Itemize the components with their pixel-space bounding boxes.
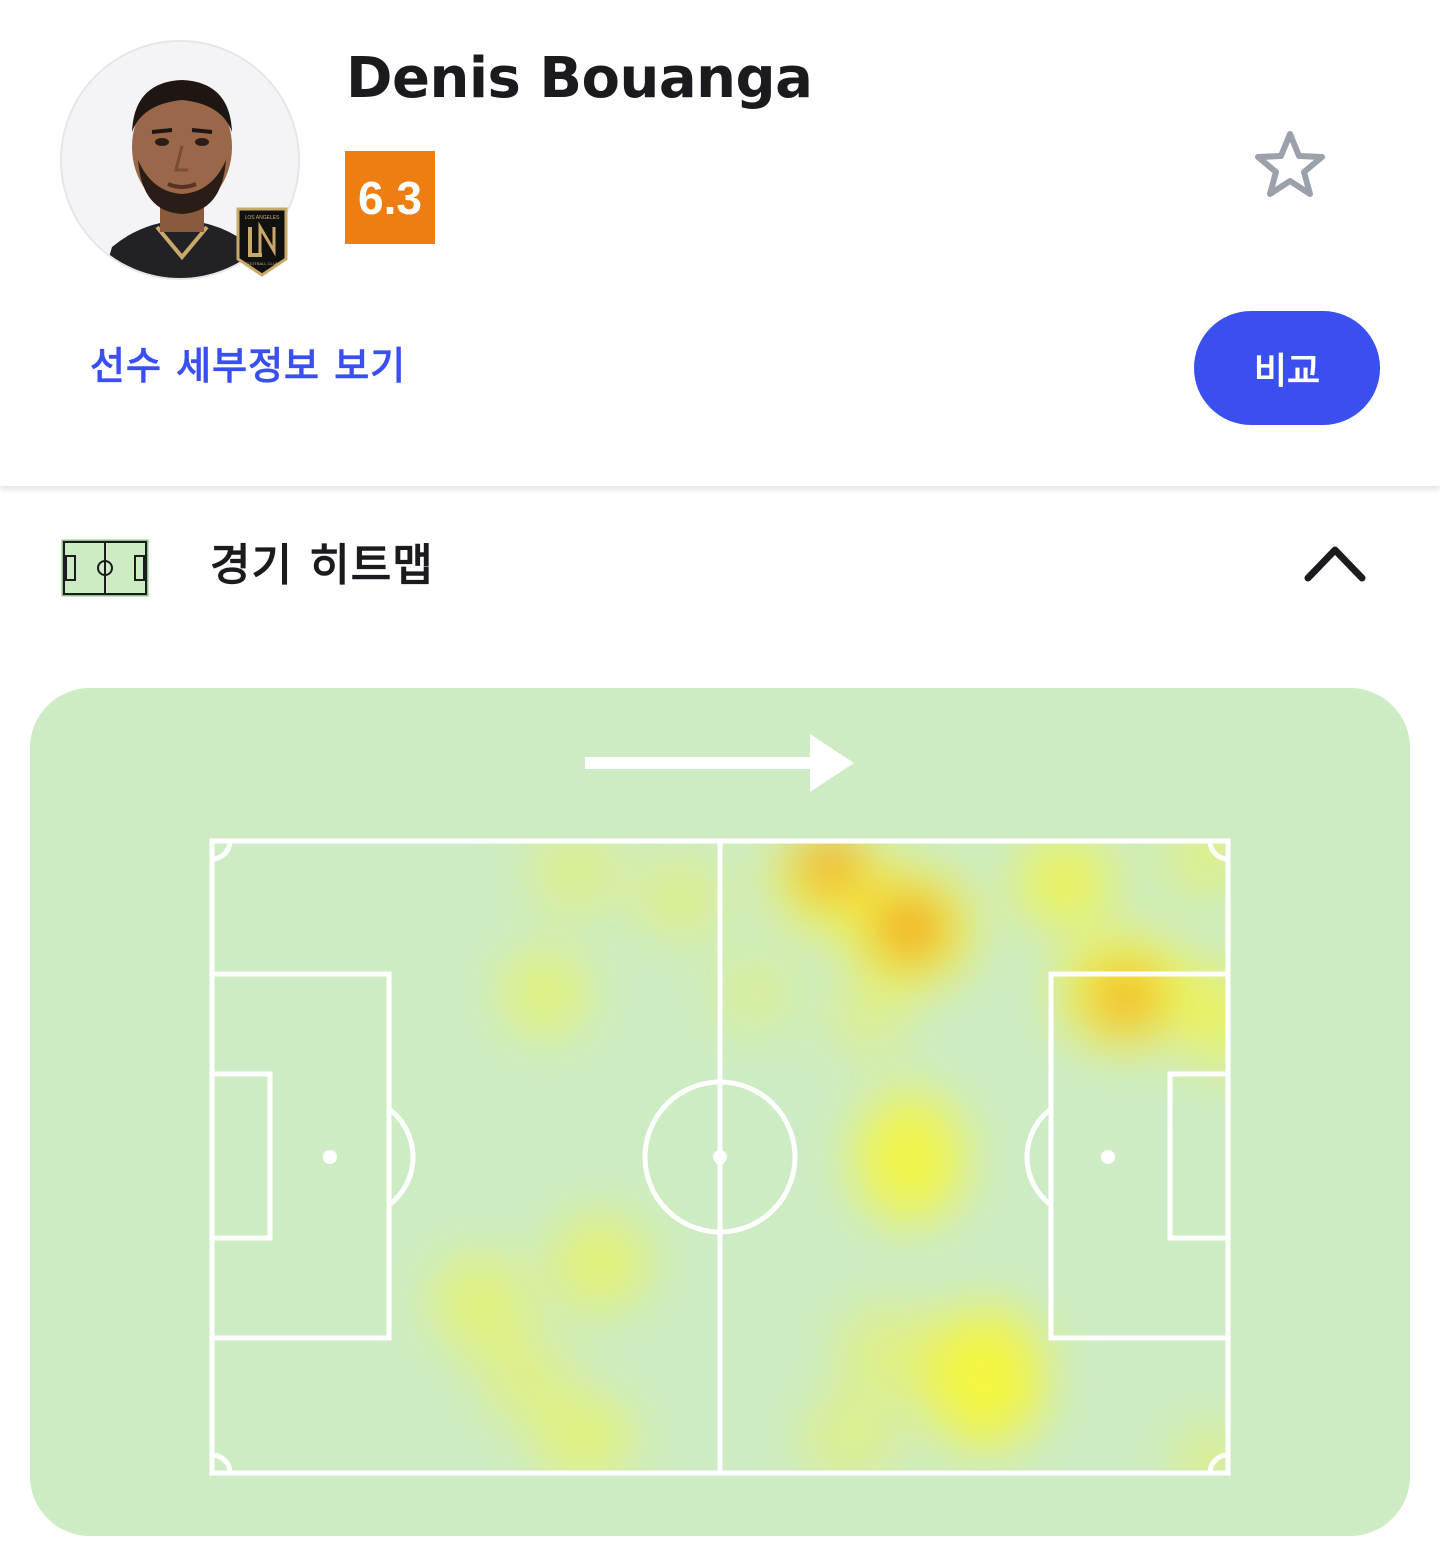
- heatmap-card: [30, 688, 1410, 1536]
- chevron-up-icon[interactable]: [1300, 540, 1370, 590]
- compare-button[interactable]: 비교: [1194, 311, 1380, 425]
- player-header-card: LOS ANGELES FOOTBALL CLUB Denis Bouanga …: [0, 0, 1440, 486]
- player-details-link[interactable]: 선수 세부정보 보기: [90, 336, 406, 396]
- svg-text:FOOTBALL CLUB: FOOTBALL CLUB: [246, 261, 279, 266]
- pitch-icon: [61, 539, 149, 597]
- player-name: Denis Bouanga: [346, 46, 813, 111]
- star-outline-icon: [1255, 131, 1325, 197]
- svg-text:LOS ANGELES: LOS ANGELES: [245, 215, 280, 221]
- favorite-button[interactable]: [1244, 118, 1336, 210]
- section-title: 경기 히트맵: [210, 540, 434, 591]
- club-badge-icon: LOS ANGELES FOOTBALL CLUB: [236, 207, 288, 277]
- rating-badge: 6.3: [345, 151, 435, 244]
- heatmap-pitch: [30, 688, 1410, 1536]
